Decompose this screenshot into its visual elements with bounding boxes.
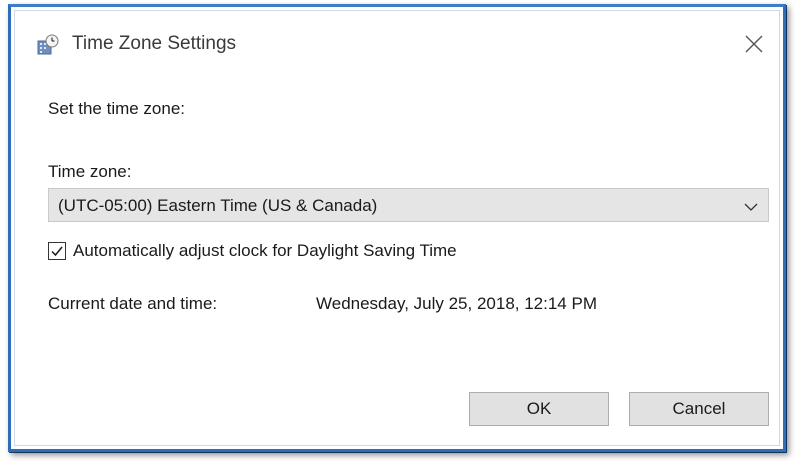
current-datetime-label: Current date and time: bbox=[48, 294, 218, 313]
dst-checkbox-label[interactable]: Automatically adjust clock for Daylight … bbox=[73, 241, 457, 261]
title-bar[interactable]: Time Zone Settings bbox=[15, 11, 779, 81]
window-title: Time Zone Settings bbox=[72, 33, 237, 54]
time-zone-selected-value: (UTC-05:00) Eastern Time (US & Canada) bbox=[58, 196, 378, 215]
page: Time Zone Settings Set the time zone: Ti… bbox=[0, 0, 798, 462]
chevron-down-icon bbox=[744, 200, 758, 212]
instruction-text: Set the time zone: bbox=[48, 99, 186, 118]
time-zone-dialog: Time Zone Settings Set the time zone: Ti… bbox=[14, 10, 780, 446]
current-datetime-value: Wednesday, July 25, 2018, 12:14 PM bbox=[316, 294, 597, 313]
cancel-button[interactable]: Cancel bbox=[629, 392, 769, 426]
dst-checkbox[interactable] bbox=[48, 242, 66, 260]
time-zone-dropdown[interactable]: (UTC-05:00) Eastern Time (US & Canada) bbox=[48, 188, 769, 222]
time-zone-label: Time zone: bbox=[48, 162, 132, 181]
ok-button[interactable]: OK bbox=[469, 392, 609, 426]
close-icon bbox=[739, 35, 769, 63]
clock-globe-icon bbox=[37, 34, 59, 56]
checkmark-icon bbox=[51, 246, 63, 257]
close-button[interactable] bbox=[739, 29, 769, 59]
